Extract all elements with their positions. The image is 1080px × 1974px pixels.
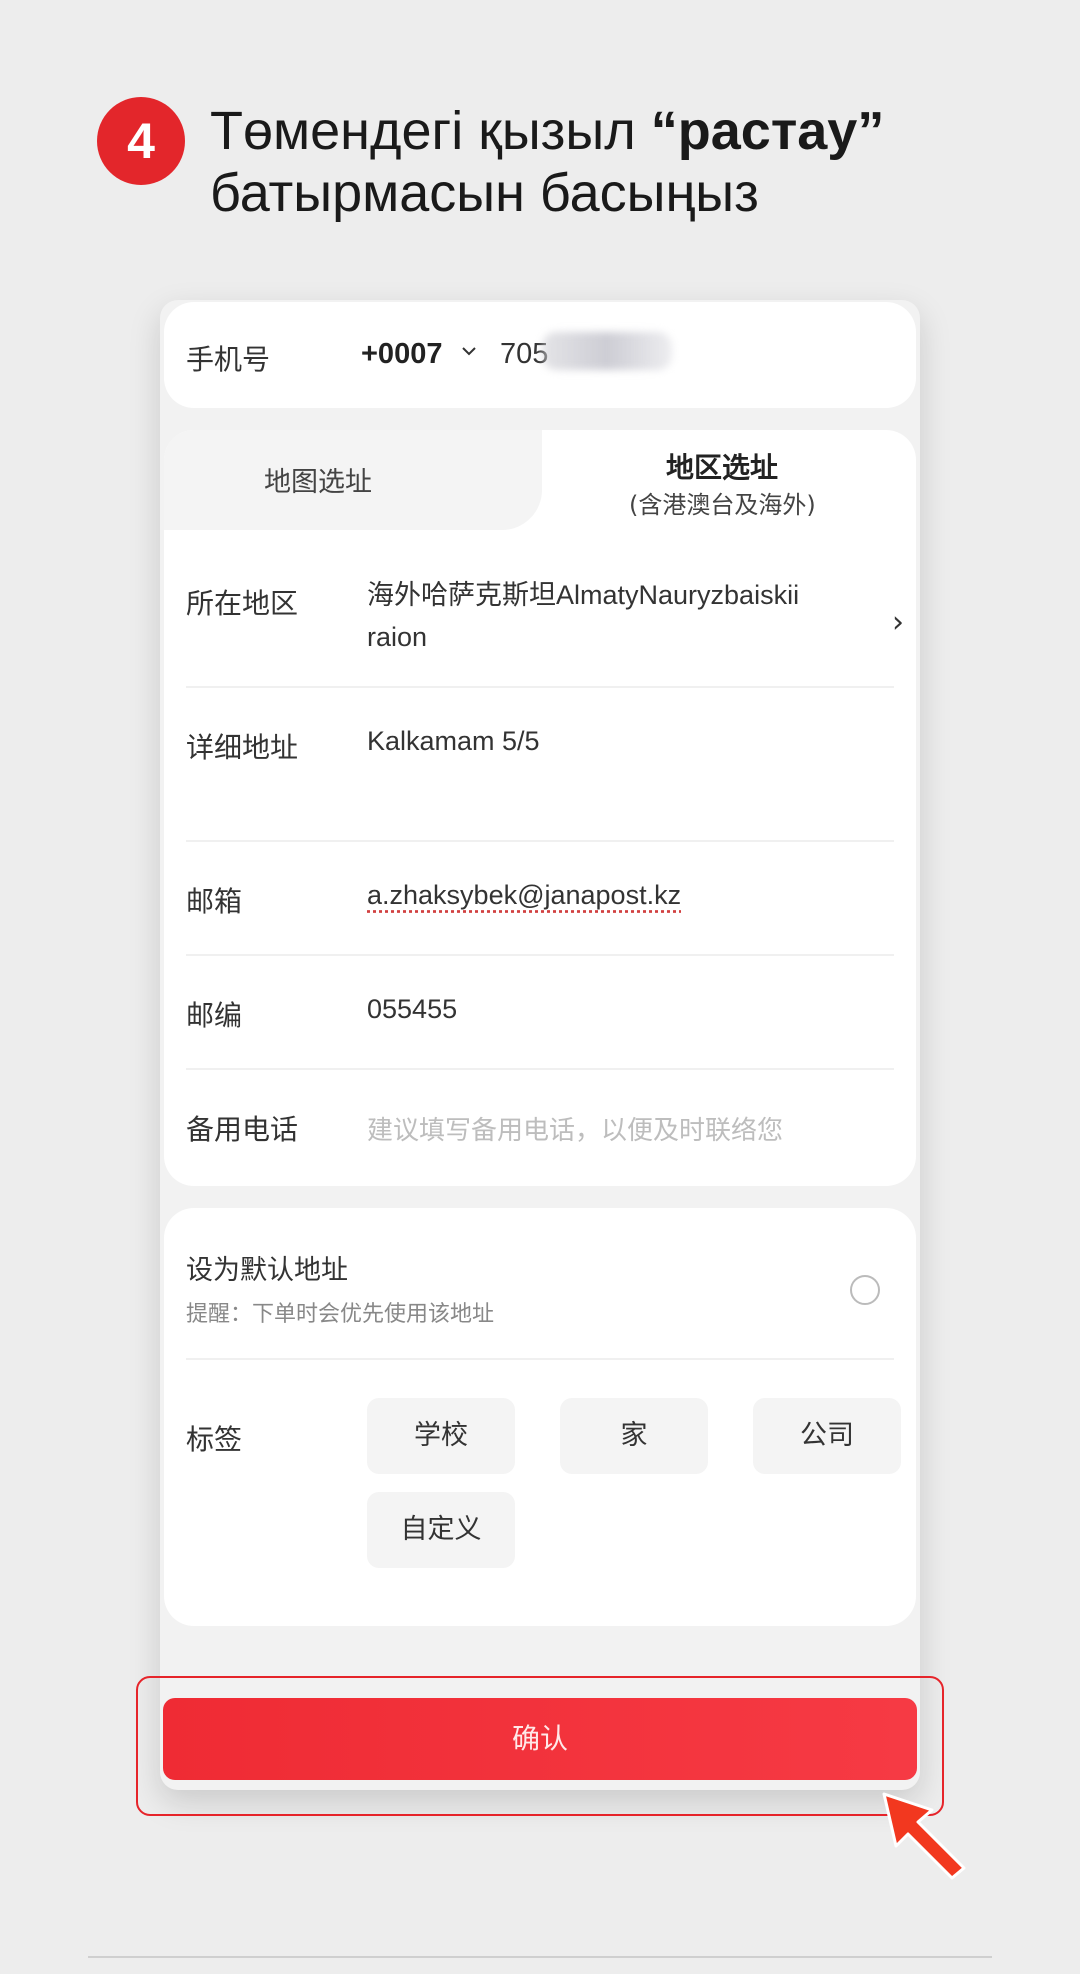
default-address-title: 设为默认地址: [186, 1255, 348, 1286]
tag-chip-home[interactable]: 家: [560, 1398, 708, 1474]
tag-chip-school[interactable]: 学校: [367, 1398, 515, 1474]
instruction-text-bold: “растау”: [650, 101, 885, 161]
tab-region-select[interactable]: 地区选址: [666, 446, 778, 486]
tag-chip-custom[interactable]: 自定义: [367, 1492, 515, 1568]
instruction-text-tail: батырмасын басыңыз: [210, 163, 759, 223]
step-number-badge: 4: [97, 97, 185, 185]
tab-map-select[interactable]: 地图选址: [164, 430, 542, 530]
default-address-radio[interactable]: [850, 1275, 880, 1305]
chevron-down-icon[interactable]: [462, 344, 476, 358]
divider: [186, 840, 894, 842]
tab-region-subtitle: (含港澳台及海外): [629, 491, 816, 519]
zip-field[interactable]: 055455: [367, 994, 457, 1025]
address-form-card: 地图选址 地区选址 (含港澳台及海外) 所在地区 海外哈萨克斯坦AlmatyNa…: [164, 430, 916, 1186]
instruction-text: Төмендегі қызыл “растау” батырмасын басы…: [210, 100, 1030, 224]
footer-divider: [88, 1956, 992, 1958]
pointer-arrow-icon: [882, 1792, 966, 1880]
redaction-blur: [542, 332, 672, 370]
divider: [186, 686, 894, 688]
confirm-highlight-frame: [136, 1676, 944, 1816]
app-screenshot: 手机号 +0007 705 地图选址 地区选址 (含港澳台及海外) 所在地区 海…: [160, 300, 920, 1790]
default-address-hint: 提醒：下单时会优先使用该地址: [186, 1302, 495, 1327]
phone-number-card: 手机号 +0007 705: [164, 302, 916, 408]
region-field[interactable]: 海外哈萨克斯坦AlmatyNauryzbaiskii raion: [367, 574, 847, 658]
tags-label: 标签: [186, 1423, 243, 1456]
region-label: 所在地区: [186, 587, 299, 620]
detail-address-field[interactable]: Kalkamam 5/5: [367, 726, 540, 757]
tab-map-label: 地图选址: [264, 467, 372, 498]
backup-phone-input[interactable]: 建议填写备用电话，以便及时联络您: [367, 1110, 783, 1147]
phone-label: 手机号: [186, 343, 271, 376]
instruction-text-lead: Төмендегі қызыл: [210, 101, 651, 161]
zip-label: 邮编: [186, 999, 243, 1032]
email-label: 邮箱: [186, 885, 243, 918]
address-options-card: 设为默认地址 提醒：下单时会优先使用该地址 标签 学校 家 公司 自定义: [164, 1208, 916, 1626]
country-code-select[interactable]: +0007: [361, 338, 442, 371]
email-field[interactable]: a.zhaksybek@janapost.kz: [367, 880, 681, 911]
divider: [186, 1068, 894, 1070]
backup-phone-label: 备用电话: [186, 1113, 299, 1146]
divider: [186, 954, 894, 956]
chevron-right-icon[interactable]: ›: [892, 605, 904, 640]
divider: [186, 1358, 894, 1360]
detail-address-label: 详细地址: [186, 731, 299, 764]
tag-chip-company[interactable]: 公司: [753, 1398, 901, 1474]
